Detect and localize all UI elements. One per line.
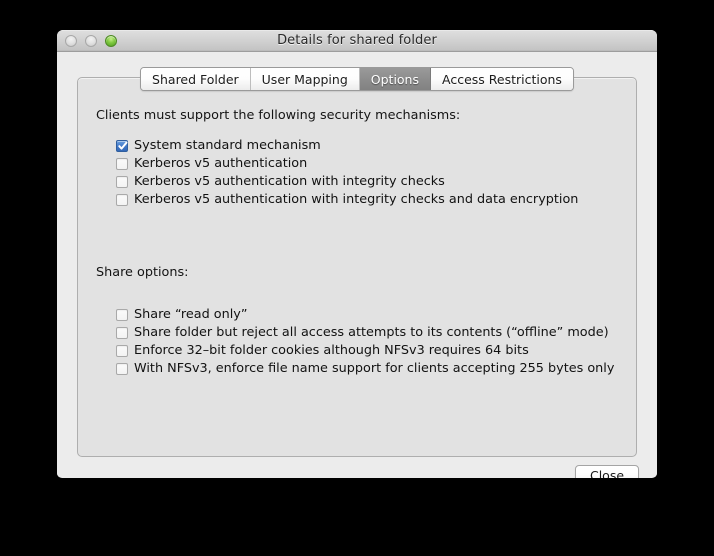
checkbox-32bit-cookies[interactable] xyxy=(116,345,128,357)
checkbox-label: Enforce 32–bit folder cookies although N… xyxy=(134,343,529,358)
checkbox-read-only[interactable] xyxy=(116,309,128,321)
checkbox-system-standard[interactable] xyxy=(116,140,128,152)
checkbox-offline-mode[interactable] xyxy=(116,327,128,339)
dialog-window: Details for shared folder Clients must s… xyxy=(57,30,657,478)
checkbox-row-system-standard[interactable]: System standard mechanism xyxy=(116,137,618,155)
checkbox-label: System standard mechanism xyxy=(134,138,321,153)
checkbox-kerberos-auth[interactable] xyxy=(116,158,128,170)
checkbox-row-read-only[interactable]: Share “read only” xyxy=(116,306,618,324)
checkbox-row-kerberos-auth[interactable]: Kerberos v5 authentication xyxy=(116,155,618,173)
window-body: Clients must support the following secur… xyxy=(57,52,657,478)
checkbox-255-bytes[interactable] xyxy=(116,363,128,375)
security-options-list: System standard mechanism Kerberos v5 au… xyxy=(116,137,618,209)
checkbox-row-255-bytes[interactable]: With NFSv3, enforce file name support fo… xyxy=(116,360,618,378)
checkbox-label: With NFSv3, enforce file name support fo… xyxy=(134,361,615,376)
checkbox-label: Kerberos v5 authentication xyxy=(134,156,308,171)
checkbox-row-32bit-cookies[interactable]: Enforce 32–bit folder cookies although N… xyxy=(116,342,618,360)
tab-options[interactable]: Options xyxy=(359,68,431,90)
tab-group: Shared Folder User Mapping Options Acces… xyxy=(140,67,574,91)
close-button[interactable]: Close xyxy=(575,465,639,478)
checkbox-label: Kerberos v5 authentication with integrit… xyxy=(134,174,445,189)
share-section-heading: Share options: xyxy=(96,265,189,280)
tab-panel: Clients must support the following secur… xyxy=(77,77,637,457)
checkbox-kerberos-encryption[interactable] xyxy=(116,194,128,206)
checkbox-row-kerberos-integrity[interactable]: Kerberos v5 authentication with integrit… xyxy=(116,173,618,191)
tab-user-mapping[interactable]: User Mapping xyxy=(250,68,360,90)
tab-shared-folder[interactable]: Shared Folder xyxy=(141,68,251,90)
security-section-heading: Clients must support the following secur… xyxy=(96,108,461,123)
checkbox-label: Kerberos v5 authentication with integrit… xyxy=(134,192,579,207)
checkbox-kerberos-integrity[interactable] xyxy=(116,176,128,188)
share-options-list: Share “read only” Share folder but rejec… xyxy=(116,306,618,378)
tab-access-restrictions[interactable]: Access Restrictions xyxy=(431,68,573,90)
window-titlebar: Details for shared folder xyxy=(57,30,657,52)
tab-bar: Shared Folder User Mapping Options Acces… xyxy=(77,67,637,91)
window-title: Details for shared folder xyxy=(277,33,437,48)
checkbox-row-offline-mode[interactable]: Share folder but reject all access attem… xyxy=(116,324,618,342)
checkbox-label: Share “read only” xyxy=(134,307,248,322)
checkbox-row-kerberos-encryption[interactable]: Kerberos v5 authentication with integrit… xyxy=(116,191,618,209)
checkbox-label: Share folder but reject all access attem… xyxy=(134,325,609,340)
tab-panel-content: Clients must support the following secur… xyxy=(78,78,636,456)
